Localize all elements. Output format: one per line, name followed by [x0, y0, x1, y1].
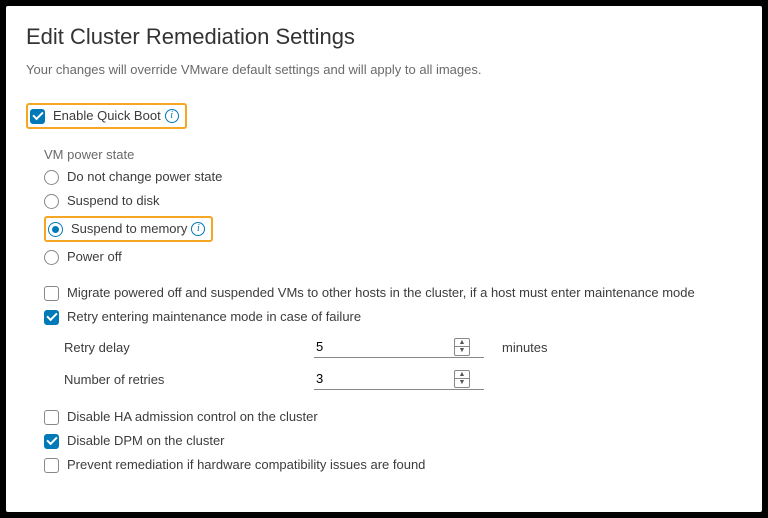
retry-checkbox[interactable]: [44, 310, 59, 325]
radio-suspend-memory-label: Suspend to memory: [71, 220, 187, 238]
chevron-up-icon[interactable]: ▲: [455, 371, 469, 379]
retry-count-spinner[interactable]: ▲ ▼: [454, 370, 470, 388]
radio-power-off[interactable]: [44, 250, 59, 265]
migrate-label: Migrate powered off and suspended VMs to…: [67, 284, 695, 302]
disable-ha-checkbox[interactable]: [44, 410, 59, 425]
radio-suspend-disk-label: Suspend to disk: [67, 192, 160, 210]
chevron-up-icon[interactable]: ▲: [455, 339, 469, 347]
chevron-down-icon[interactable]: ▼: [455, 347, 469, 355]
retry-label: Retry entering maintenance mode in case …: [67, 308, 361, 326]
radio-suspend-memory[interactable]: [48, 222, 63, 237]
chevron-down-icon[interactable]: ▼: [455, 379, 469, 387]
radio-no-change[interactable]: [44, 170, 59, 185]
disable-dpm-checkbox[interactable]: [44, 434, 59, 449]
radio-no-change-label: Do not change power state: [67, 168, 222, 186]
info-icon[interactable]: i: [191, 222, 205, 236]
radio-suspend-disk[interactable]: [44, 194, 59, 209]
retry-delay-input[interactable]: [314, 336, 454, 357]
radio-power-off-label: Power off: [67, 248, 122, 266]
page-title: Edit Cluster Remediation Settings: [26, 24, 742, 50]
retry-delay-unit: minutes: [502, 340, 548, 355]
quick-boot-label: Enable Quick Boot: [53, 107, 161, 125]
retry-count-input[interactable]: [314, 368, 454, 389]
retry-delay-label: Retry delay: [64, 340, 314, 355]
disable-dpm-label: Disable DPM on the cluster: [67, 432, 225, 450]
info-icon[interactable]: i: [165, 109, 179, 123]
prevent-compat-checkbox[interactable]: [44, 458, 59, 473]
quick-boot-highlight: Enable Quick Boot i: [26, 103, 187, 129]
page-subtitle: Your changes will override VMware defaul…: [26, 62, 742, 77]
remediation-settings-panel: Edit Cluster Remediation Settings Your c…: [6, 6, 762, 512]
migrate-checkbox[interactable]: [44, 286, 59, 301]
disable-ha-label: Disable HA admission control on the clus…: [67, 408, 318, 426]
quick-boot-checkbox[interactable]: [30, 109, 45, 124]
suspend-memory-highlight: Suspend to memory i: [44, 216, 213, 242]
retry-count-label: Number of retries: [64, 372, 314, 387]
prevent-compat-label: Prevent remediation if hardware compatib…: [67, 456, 425, 474]
retry-delay-spinner[interactable]: ▲ ▼: [454, 338, 470, 356]
vm-power-state-heading: VM power state: [44, 147, 742, 162]
